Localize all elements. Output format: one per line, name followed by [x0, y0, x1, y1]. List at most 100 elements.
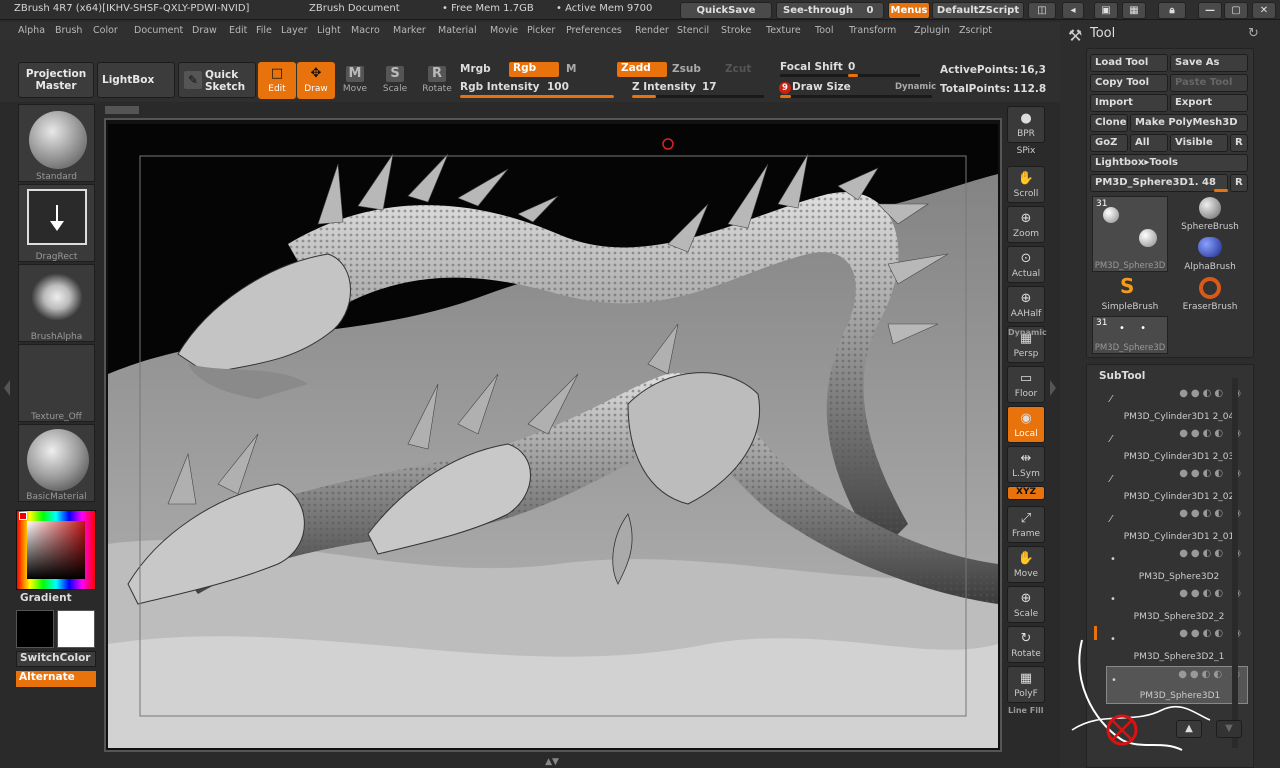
import-button[interactable]: Import [1090, 94, 1168, 112]
menus-button[interactable]: Menus [888, 2, 930, 19]
menu-tool[interactable]: Tool [815, 25, 833, 36]
scroll-button[interactable]: ✋ Scroll [1007, 166, 1045, 203]
subtool-item[interactable]: ⁄ ●●◐◐ ◉ PM3D_Cylinder3D1 2_04 [1106, 386, 1248, 424]
goz-all-button[interactable]: All [1130, 134, 1168, 152]
mode-edit-button[interactable]: □ Edit [258, 62, 296, 99]
subtool-move-down-icon[interactable]: ▼ [1216, 720, 1242, 738]
simple-brush-tool[interactable]: S SimpleBrush [1092, 274, 1168, 314]
menu-material[interactable]: Material [438, 25, 477, 36]
menu-color[interactable]: Color [93, 25, 118, 36]
layout-icon[interactable]: ◫ [1028, 2, 1056, 19]
move-button[interactable]: ✋ Move [1007, 546, 1045, 583]
clone-button[interactable]: Clone [1090, 114, 1128, 132]
subtool-item[interactable]: ⁄ ●●◐◐ ◉ PM3D_Cylinder3D1 2_02 [1106, 466, 1248, 504]
menu-file[interactable]: File [256, 25, 272, 36]
right-tray-arrow-icon[interactable] [1050, 380, 1056, 396]
zoom-button[interactable]: ⊕ Zoom [1007, 206, 1045, 243]
save-as-button[interactable]: Save As [1170, 54, 1248, 72]
subtool-item[interactable]: ⁄ ●●◐◐ ◉ PM3D_Cylinder3D1 2_03 [1106, 426, 1248, 464]
menu-marker[interactable]: Marker [393, 25, 426, 36]
polyf-button[interactable]: ▦ PolyF [1007, 666, 1045, 703]
menu-picker[interactable]: Picker [527, 25, 555, 36]
load-tool-button[interactable]: Load Tool [1090, 54, 1168, 72]
frame-button[interactable]: ⤢ Frame [1007, 506, 1045, 543]
subtool-item[interactable]: ⁄ ●●◐◐ ◉ PM3D_Cylinder3D1 2_01 [1106, 506, 1248, 544]
sphere-brush-tool[interactable]: SphereBrush [1172, 196, 1248, 234]
subtool-move-up-icon[interactable]: ▲ [1176, 720, 1202, 738]
menu-zplugin[interactable]: Zplugin [914, 25, 950, 36]
bottom-tray-arrow-icon[interactable]: ▲▼ [540, 758, 564, 767]
menu-render[interactable]: Render [635, 25, 669, 36]
color-picker[interactable] [16, 510, 96, 590]
default-zscript-button[interactable]: DefaultZScript [932, 2, 1024, 19]
copy-tool-button[interactable]: Copy Tool [1090, 74, 1168, 92]
rgb-intensity-slider[interactable] [460, 95, 614, 98]
goz-r-button[interactable]: R [1230, 134, 1248, 152]
mode-move-button[interactable]: M Move [336, 62, 374, 99]
maximize-icon[interactable]: ▢ [1224, 2, 1248, 19]
menu-draw[interactable]: Draw [192, 25, 217, 36]
spix-button[interactable]: SPix [1007, 146, 1045, 162]
tool-thumb-pm3d-sphere3d-2[interactable]: 31 • • PM3D_Sphere3D [1092, 316, 1168, 354]
m-toggle[interactable]: M [566, 63, 576, 75]
refresh-icon[interactable]: ↻ [1248, 26, 1259, 41]
alpha-selector[interactable]: BrushAlpha [18, 264, 95, 342]
minimize-icon[interactable]: — [1198, 2, 1222, 19]
scroll-arrows-icon[interactable]: ◂ [1062, 2, 1084, 19]
hue-marker[interactable] [19, 512, 27, 520]
quick-sketch-button[interactable]: ✎ Quick Sketch [178, 62, 256, 98]
menu-layer[interactable]: Layer [281, 25, 308, 36]
mode-scale-button[interactable]: S Scale [376, 62, 414, 99]
mode-rotate-button[interactable]: R Rotate [418, 62, 456, 99]
scale-button[interactable]: ⊕ Scale [1007, 586, 1045, 623]
goz-visible-button[interactable]: Visible [1170, 134, 1228, 152]
menu-document[interactable]: Document [134, 25, 183, 36]
goz-button[interactable]: GoZ [1090, 134, 1128, 152]
menu-texture[interactable]: Texture [766, 25, 801, 36]
menu-stencil[interactable]: Stencil [677, 25, 709, 36]
left-tray-arrow-icon[interactable] [4, 380, 10, 396]
quicksave-button[interactable]: QuickSave [680, 2, 772, 19]
mode-draw-button[interactable]: ✥ Draw [297, 62, 335, 99]
menu-transform[interactable]: Transform [849, 25, 896, 36]
current-tool-slider[interactable]: PM3D_Sphere3D1. 48 [1090, 174, 1228, 192]
focal-shift-slider[interactable] [780, 74, 920, 77]
alpha-brush-tool[interactable]: AlphaBrush [1172, 236, 1248, 274]
close-icon[interactable]: ✕ [1252, 2, 1276, 19]
brush-selector[interactable]: Standard [18, 104, 95, 182]
main-color-swatch[interactable] [57, 610, 95, 648]
menu-brush[interactable]: Brush [55, 25, 82, 36]
color-scheme-icon[interactable]: ▦ [1122, 2, 1146, 19]
see-through-slider[interactable]: See-through 0 [776, 2, 884, 19]
current-tool-slider-knob[interactable] [1214, 189, 1228, 192]
lightbox-tools-button[interactable]: Lightbox▸Tools [1090, 154, 1248, 172]
stroke-selector[interactable]: DragRect [18, 184, 95, 262]
menu-movie[interactable]: Movie [490, 25, 518, 36]
menu-light[interactable]: Light [317, 25, 341, 36]
eraser-brush-tool[interactable]: EraserBrush [1172, 276, 1248, 314]
bpr-button[interactable]: ● BPR [1007, 106, 1045, 143]
menu-macro[interactable]: Macro [351, 25, 380, 36]
floor-button[interactable]: ▭ Floor [1007, 366, 1045, 403]
subtool-scrollbar[interactable] [1232, 378, 1238, 748]
xyz-button[interactable]: XYZ [1007, 486, 1045, 500]
subtool-item[interactable]: • ●●◐◐ ◉ PM3D_Sphere3D2 [1106, 546, 1248, 584]
document-canvas[interactable] [108, 124, 998, 748]
material-selector[interactable]: BasicMaterial [18, 424, 95, 502]
lock-icon[interactable]: 🔒︎ [1158, 2, 1186, 19]
zcut-toggle[interactable]: Zcut [725, 63, 751, 75]
local-button[interactable]: ◉ Local [1007, 406, 1045, 443]
zsub-toggle[interactable]: Zsub [672, 63, 701, 75]
actual-button[interactable]: ⊙ Actual [1007, 246, 1045, 283]
dynamic-toggle[interactable]: Dynamic [895, 82, 936, 92]
aahalf-button[interactable]: ⊕ AAHalf [1007, 286, 1045, 323]
secondary-color-swatch[interactable] [16, 610, 54, 648]
export-button[interactable]: Export [1170, 94, 1248, 112]
lightbox-button[interactable]: LightBox [97, 62, 175, 98]
draw-size-slider[interactable] [780, 95, 932, 98]
make-polymesh-button[interactable]: Make PolyMesh3D [1130, 114, 1248, 132]
zadd-toggle[interactable]: Zadd [617, 62, 667, 77]
rotate-button[interactable]: ↻ Rotate [1007, 626, 1045, 663]
tool-thumb-pm3d-sphere3d[interactable]: 31 PM3D_Sphere3D [1092, 196, 1168, 272]
document-tab[interactable] [105, 106, 139, 114]
